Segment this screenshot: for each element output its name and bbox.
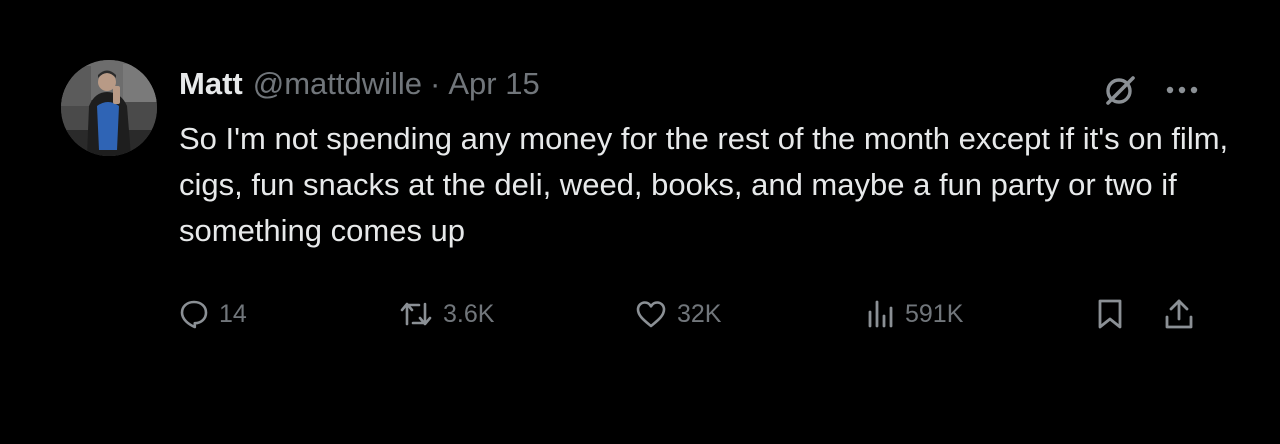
repost-icon: [400, 302, 432, 326]
views-count: 591K: [905, 299, 964, 328]
tweet[interactable]: Matt @mattdwille · Apr 15 So I'm not spe…: [0, 0, 1280, 444]
repost-button[interactable]: 3.6K: [399, 292, 494, 336]
author-handle[interactable]: @mattdwille: [253, 66, 422, 102]
reply-icon: [180, 300, 208, 329]
bookmark-icon: [1098, 299, 1122, 329]
more-icon[interactable]: [1162, 70, 1202, 110]
author-name[interactable]: Matt: [179, 66, 243, 102]
grok-icon[interactable]: [1100, 70, 1140, 110]
share-icon: [1165, 299, 1193, 329]
repost-count: 3.6K: [443, 299, 495, 328]
avatar-photo: [61, 60, 157, 156]
header-separator: ·: [430, 66, 441, 101]
views-button[interactable]: 591K: [865, 292, 963, 336]
tweet-text: So I'm not spending any money for the re…: [179, 121, 1229, 248]
reply-count: 14: [219, 299, 247, 328]
share-button[interactable]: [1163, 292, 1205, 336]
tweet-header: Matt @mattdwille · Apr 15: [179, 64, 540, 104]
bookmark-button[interactable]: [1095, 292, 1135, 336]
like-count: 32K: [677, 299, 722, 328]
reply-button[interactable]: 14: [179, 292, 247, 336]
avatar[interactable]: [61, 60, 157, 156]
tweet-top-actions: [1100, 70, 1202, 110]
like-button[interactable]: 32K: [635, 292, 721, 336]
like-icon: [636, 301, 666, 328]
tweet-date[interactable]: Apr 15: [448, 66, 539, 102]
views-icon: [868, 300, 893, 328]
tweet-action-bar: 14 3.6K 32K 591K: [179, 292, 1219, 336]
